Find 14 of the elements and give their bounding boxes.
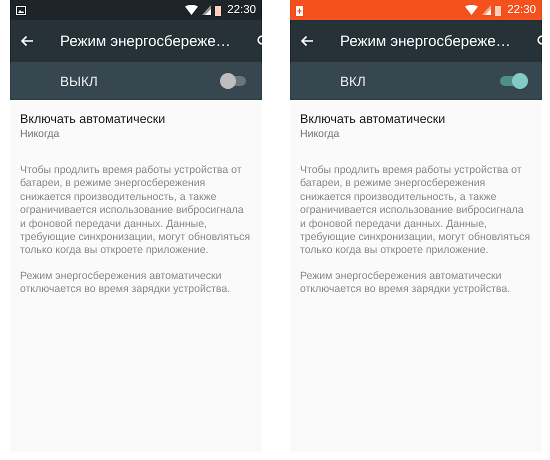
setting-title[interactable]: Включать автоматически (20, 112, 252, 126)
description-text: Режим энергосбережения автоматически отключается во время зарядки устройства. (20, 270, 232, 297)
switch-label: ВЫКЛ (60, 74, 99, 88)
screen-title: Режим энергосбереже… (340, 32, 511, 50)
status-time: 22:30 (507, 4, 536, 16)
setting-value: Никогда (20, 128, 60, 140)
description-text: Режим энергосбережения автоматически отключается во время зарядки устройства. (300, 270, 512, 297)
setting-value: Никогда (300, 128, 340, 140)
screen-title: Режим энергосбереже… (60, 32, 231, 50)
description-text: Чтобы продлить время работы устройства от батареи, в режиме энергосбережения снижается производительность, а также ограничивается использование вибросигнала и фоновой передачи данных. Данные, требующие синхронизации, могут обновляться только когда вы откроете приложение. (20, 164, 252, 258)
description-text: Чтобы продлить время работы устройства от батареи, в режиме энергосбережения снижается производительность, а также ограничивается использование вибросигнала и фоновой передачи данных. Данные, требующие синхронизации, могут обновляться только когда вы откроете приложение. (300, 164, 532, 258)
status-time: 22:30 (227, 4, 256, 16)
setting-title[interactable]: Включать автоматически (300, 112, 532, 126)
switch-label: ВКЛ (340, 74, 367, 88)
